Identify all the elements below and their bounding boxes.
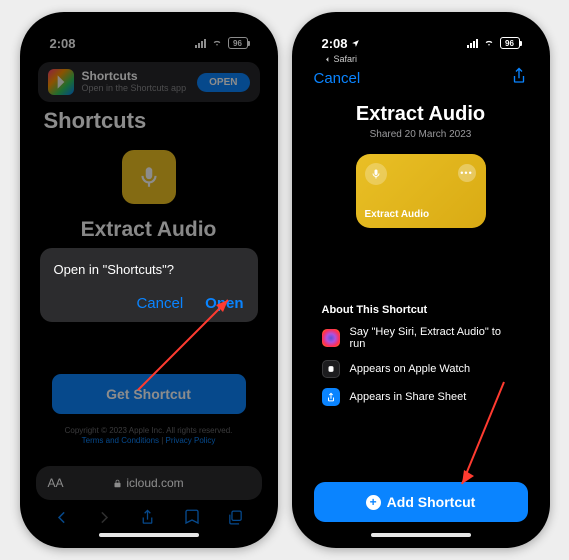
status-time: 2:08 [50, 36, 76, 51]
about-section: About This Shortcut Say "Hey Siri, Extra… [300, 304, 542, 406]
siri-icon [322, 329, 340, 347]
about-share-row: Appears in Share Sheet [322, 388, 520, 406]
microphone-icon [365, 163, 387, 185]
microphone-icon [136, 164, 162, 190]
banner-open-button[interactable]: OPEN [197, 73, 249, 92]
cellular-icon [467, 38, 478, 48]
shortcuts-app-icon [48, 69, 74, 95]
battery-icon: 96 [500, 37, 520, 49]
lock-icon [113, 478, 122, 489]
terms-link[interactable]: Terms and Conditions [82, 436, 159, 445]
privacy-link[interactable]: Privacy Policy [166, 436, 216, 445]
shortcut-card[interactable]: ••• Extract Audio [356, 154, 486, 228]
banner-subtitle: Open in the Shortcuts app [82, 84, 190, 94]
url-display: icloud.com [113, 476, 183, 490]
get-shortcut-button[interactable]: Get Shortcut [52, 374, 246, 414]
footer: Copyright © 2023 Apple Inc. All rights r… [28, 426, 270, 447]
app-banner[interactable]: Shortcuts Open in the Shortcuts app OPEN [38, 62, 260, 102]
shortcut-hero: Extract Audio [28, 140, 270, 248]
shortcut-icon-tile [122, 150, 176, 204]
share-button[interactable] [139, 509, 156, 526]
open-app-alert: Open in "Shortcuts"? Cancel Open [40, 248, 258, 322]
home-indicator[interactable] [99, 533, 199, 537]
share-sheet-icon [322, 388, 340, 406]
cancel-button[interactable]: Cancel [314, 70, 361, 87]
about-watch-row: Appears on Apple Watch [322, 360, 520, 378]
cellular-icon [195, 38, 206, 48]
dynamic-island [376, 34, 466, 60]
plus-icon: + [366, 495, 381, 510]
home-indicator[interactable] [371, 533, 471, 537]
alert-open-button[interactable]: Open [205, 295, 243, 312]
phone-left: 2:08 96 Shortcuts Open in the Shortcuts … [20, 12, 278, 548]
alert-message: Open in "Shortcuts"? [54, 262, 244, 277]
card-title: Extract Audio [365, 209, 430, 220]
alert-cancel-button[interactable]: Cancel [136, 295, 183, 312]
about-siri-row: Say "Hey Siri, Extract Audio" to run [322, 326, 520, 350]
text-size-button[interactable]: AA [48, 476, 64, 490]
share-button[interactable] [510, 66, 528, 91]
shared-date: Shared 20 March 2023 [300, 129, 542, 140]
shortcut-name: Extract Audio [28, 218, 270, 242]
phone-right: 2:08 96 Safari Cancel Extract Audio Shar… [292, 12, 550, 548]
back-button[interactable] [53, 509, 70, 526]
location-icon [351, 39, 360, 48]
shortcut-title: Extract Audio [300, 103, 542, 126]
add-shortcut-button[interactable]: + Add Shortcut [314, 482, 528, 522]
safari-toolbar [28, 500, 270, 534]
about-heading: About This Shortcut [322, 304, 520, 316]
wifi-icon [210, 38, 224, 48]
dynamic-island [104, 34, 194, 60]
safari-address-bar[interactable]: AA icloud.com [36, 466, 262, 500]
bookmarks-button[interactable] [183, 508, 201, 526]
card-more-button[interactable]: ••• [458, 164, 476, 182]
forward-button [96, 509, 113, 526]
page-title: Shortcuts [28, 106, 270, 140]
wifi-icon [482, 38, 496, 48]
status-time: 2:08 [322, 37, 348, 50]
tabs-button[interactable] [227, 509, 244, 526]
banner-title: Shortcuts [82, 70, 190, 83]
battery-icon: 96 [228, 37, 248, 49]
apple-watch-icon [322, 360, 340, 378]
